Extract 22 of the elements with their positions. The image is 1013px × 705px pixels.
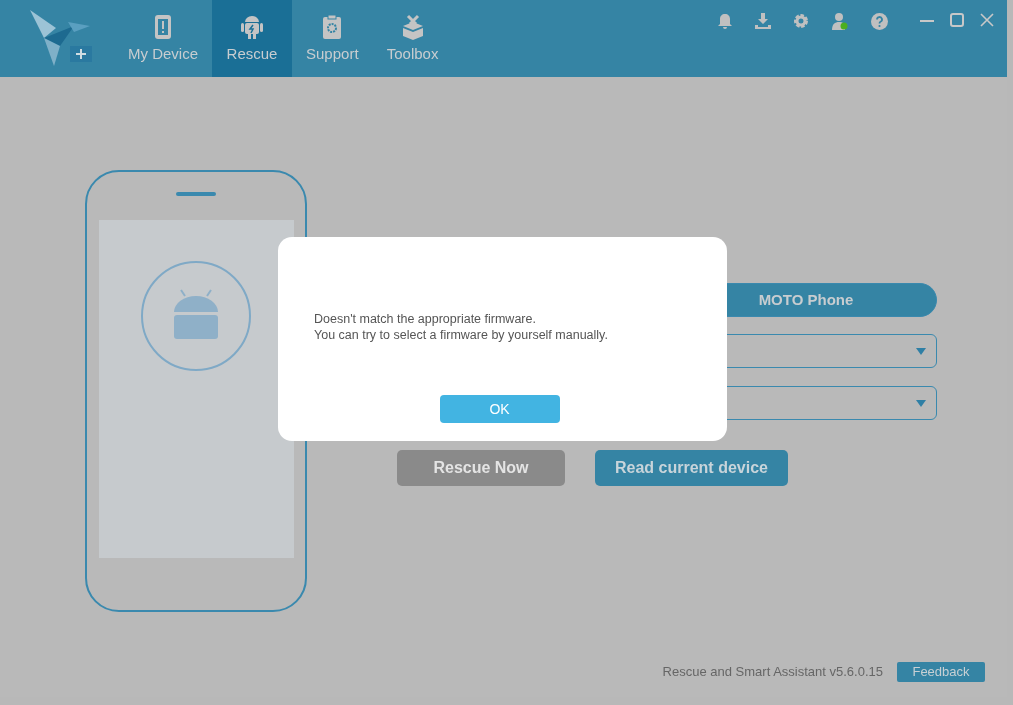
dialog-message: Doesn't match the appropriate firmware. You can try to select a firmware by yourself manually. (314, 311, 609, 343)
help-icon[interactable] (871, 13, 888, 30)
nav-tab[interactable]: My Device (114, 0, 212, 77)
caret-icon (916, 347, 926, 355)
android-robot-icon (140, 260, 252, 372)
version-text: Rescue and Smart Assistant v5.6.0.15 (662, 663, 883, 682)
box-icon (400, 14, 425, 40)
maximize-icon[interactable] (950, 13, 964, 27)
nav-tab[interactable]: Rescue (212, 0, 292, 77)
bird-logo-icon (30, 8, 94, 66)
bell-icon[interactable] (717, 13, 733, 30)
nav-tab[interactable]: Toolbox (372, 0, 453, 77)
user-status-icon[interactable] (831, 13, 849, 30)
settings-icon[interactable] (793, 13, 809, 29)
nav-tab[interactable]: Support (292, 0, 373, 77)
action-button[interactable]: Read current device (595, 450, 788, 486)
caret-icon (916, 399, 926, 407)
ok-button[interactable]: OK (439, 395, 560, 423)
feedback-button[interactable]: Feedback (897, 662, 985, 682)
download-icon[interactable] (755, 13, 771, 29)
android-icon (240, 14, 264, 40)
close-icon[interactable] (980, 13, 994, 27)
